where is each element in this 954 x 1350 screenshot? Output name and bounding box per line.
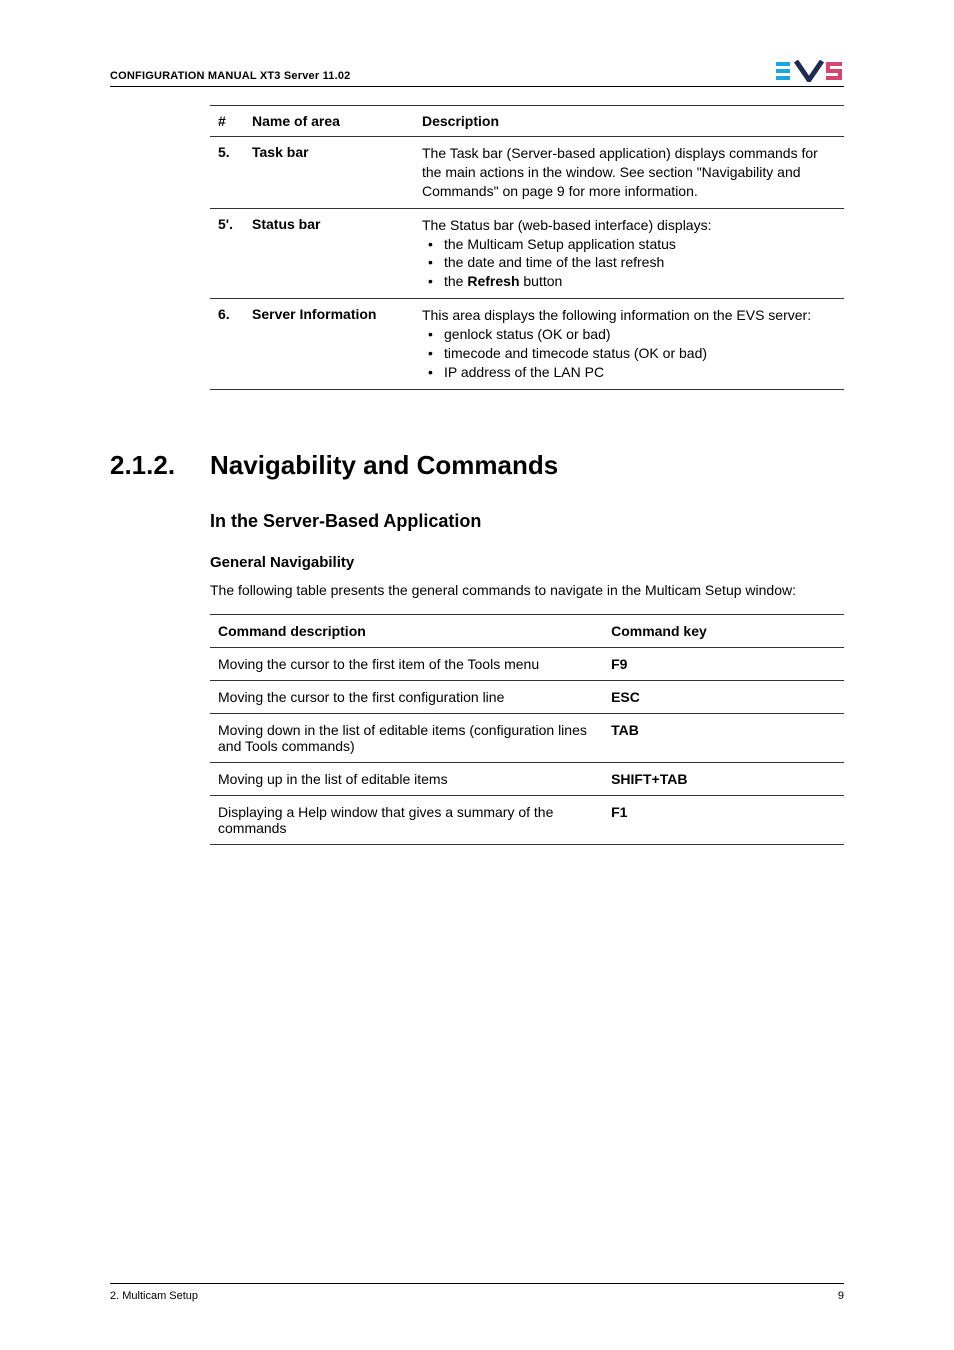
cell-cmd-key: F9 (603, 647, 844, 680)
list-item: IP address of the LAN PC (422, 363, 836, 382)
cell-num: 5'. (210, 208, 244, 299)
table-row: Moving the cursor to the first configura… (210, 680, 844, 713)
th-name: Name of area (244, 106, 414, 137)
desc-text: The Status bar (web-based interface) dis… (422, 216, 836, 235)
list-item: timecode and timecode status (OK or bad) (422, 344, 836, 363)
section-heading: 2.1.2. Navigability and Commands (110, 450, 844, 481)
cell-cmd-desc: Moving up in the list of editable items (210, 762, 603, 795)
cell-cmd-desc: Moving the cursor to the first item of t… (210, 647, 603, 680)
table-row: 5. Task bar The Task bar (Server-based a… (210, 137, 844, 209)
cell-num: 5. (210, 137, 244, 209)
th-cmd-key: Command key (603, 614, 844, 647)
cell-name: Status bar (244, 208, 414, 299)
table-row: 6. Server Information This area displays… (210, 299, 844, 390)
desc-bullets: genlock status (OK or bad) timecode and … (422, 325, 836, 382)
th-desc: Description (414, 106, 844, 137)
bold-word: Refresh (467, 273, 519, 289)
subsection-heading: In the Server-Based Application (210, 511, 844, 532)
content-area-2: In the Server-Based Application General … (210, 511, 844, 845)
area-table: # Name of area Description 5. Task bar T… (210, 105, 844, 390)
table-row: Moving the cursor to the first item of t… (210, 647, 844, 680)
cell-cmd-desc: Moving the cursor to the first configura… (210, 680, 603, 713)
cell-cmd-desc: Displaying a Help window that gives a su… (210, 795, 603, 844)
section-title: Navigability and Commands (210, 450, 558, 481)
cell-num: 6. (210, 299, 244, 390)
table-row: Displaying a Help window that gives a su… (210, 795, 844, 844)
footer-page-number: 9 (838, 1290, 844, 1302)
page-footer: 2. Multicam Setup 9 (110, 1283, 844, 1302)
cell-desc: The Task bar (Server-based application) … (414, 137, 844, 209)
cell-cmd-key: TAB (603, 713, 844, 762)
header-title: CONFIGURATION MANUAL XT3 Server 11.02 (110, 70, 351, 82)
subsubsection-heading: General Navigability (210, 554, 844, 571)
cell-name: Task bar (244, 137, 414, 209)
command-table: Command description Command key Moving t… (210, 614, 844, 845)
cell-desc: The Status bar (web-based interface) dis… (414, 208, 844, 299)
th-cmd-desc: Command description (210, 614, 603, 647)
table-row: Moving down in the list of editable item… (210, 713, 844, 762)
list-item: the date and time of the last refresh (422, 253, 836, 272)
footer-section: 2. Multicam Setup (110, 1290, 198, 1302)
section-number: 2.1.2. (110, 450, 210, 481)
desc-text: The Task bar (Server-based application) … (422, 144, 836, 201)
cell-name: Server Information (244, 299, 414, 390)
desc-bullets: the Multicam Setup application status th… (422, 235, 836, 292)
desc-text: This area displays the following informa… (422, 306, 836, 325)
table-row: Moving up in the list of editable items … (210, 762, 844, 795)
intro-paragraph: The following table presents the general… (210, 581, 844, 600)
cell-cmd-key: SHIFT+TAB (603, 762, 844, 795)
content-area: # Name of area Description 5. Task bar T… (210, 105, 844, 390)
cell-cmd-desc: Moving down in the list of editable item… (210, 713, 603, 762)
cell-cmd-key: ESC (603, 680, 844, 713)
evs-logo (776, 60, 844, 82)
cell-desc: This area displays the following informa… (414, 299, 844, 390)
list-item: the Multicam Setup application status (422, 235, 836, 254)
th-num: # (210, 106, 244, 137)
list-item: genlock status (OK or bad) (422, 325, 836, 344)
table-row: 5'. Status bar The Status bar (web-based… (210, 208, 844, 299)
page-header: CONFIGURATION MANUAL XT3 Server 11.02 (110, 60, 844, 87)
cell-cmd-key: F1 (603, 795, 844, 844)
list-item: the Refresh button (422, 272, 836, 291)
